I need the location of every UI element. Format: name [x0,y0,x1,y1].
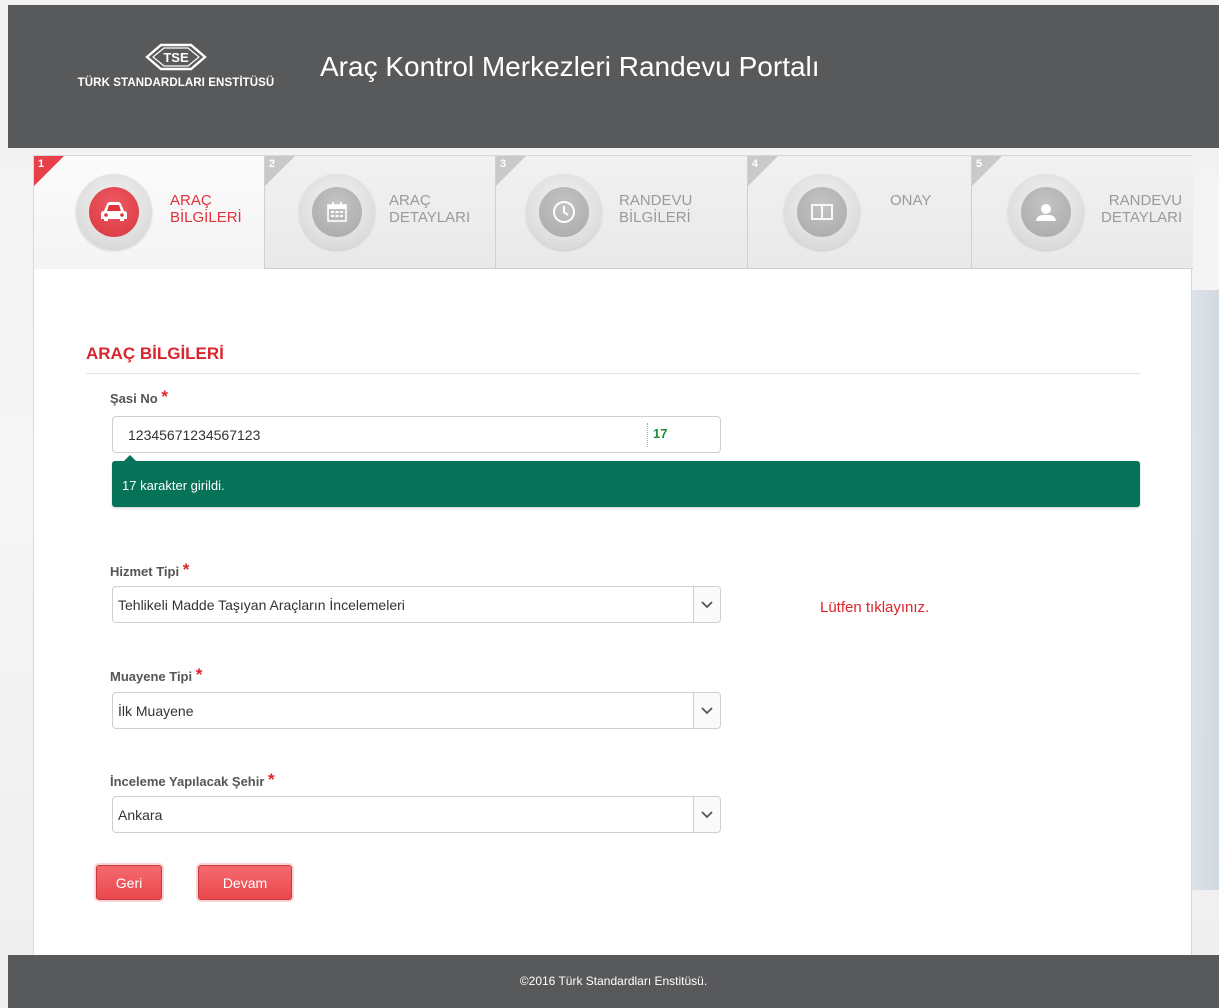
step-label-line2: BİLGİLERİ [170,209,242,226]
step-randevu-bilgileri[interactable]: 3 RANDEVU BİLGİLERİ [496,156,748,269]
chassis-label: Şasi No * [110,387,168,406]
inspection-type-label: Muayene Tipi * [110,665,203,684]
chevron-down-icon[interactable] [693,797,720,832]
step-number: 1 [38,158,45,170]
inspection-type-select[interactable]: İlk Muayene [112,692,721,729]
service-type-select[interactable]: Tehlikeli Madde Taşıyan Araçların İncele… [112,586,721,623]
user-icon [1036,204,1056,221]
chevron-down-icon[interactable] [693,587,720,622]
step-arac-bilgileri[interactable]: 1 ARAÇ BİLGİLERİ [34,156,265,269]
chevron-down-icon[interactable] [693,693,720,728]
form-panel: 1 ARAÇ BİLGİLERİ 2 ARAÇ DETAYLARI 3 RAND… [33,155,1193,955]
calendar-icon [327,202,347,222]
character-counter: 17 [653,426,668,441]
svg-text:TSE: TSE [163,50,189,65]
book-icon [811,204,833,220]
section-divider [86,373,1140,374]
required-marker: * [161,387,168,406]
chassis-input[interactable] [112,416,721,453]
clock-icon [553,201,575,223]
city-value: Ankara [118,807,163,823]
service-type-value: Tehlikeli Madde Taşıyan Araçların İncele… [118,597,405,613]
step-number: 3 [500,158,507,170]
wizard-steps: 1 ARAÇ BİLGİLERİ 2 ARAÇ DETAYLARI 3 RAND… [34,156,1193,269]
step-label-line1: ONAY [890,192,932,209]
step-arac-detaylari[interactable]: 2 ARAÇ DETAYLARI [265,156,496,269]
step-label-line1: ARAÇ [170,192,212,209]
city-select[interactable]: Ankara [112,796,721,833]
copyright-text: ©2016 Türk Standardları Enstitüsü. [519,974,708,988]
character-count-tooltip: 17 karakter girildi. [112,455,1140,507]
step-randevu-detaylari[interactable]: 5 RANDEVU DETAYLARI [972,156,1193,269]
service-type-label: Hizmet Tipi * [110,560,190,579]
site-title: Araç Kontrol Merkezleri Randevu Portalı [320,51,820,82]
inspection-type-value: İlk Muayene [118,703,194,719]
city-label: İnceleme Yapılacak Şehir * [110,770,275,789]
required-marker: * [182,560,190,579]
car-icon [101,202,127,221]
required-marker: * [268,770,275,789]
step-number: 4 [752,158,759,170]
section-title: ARAÇ BİLGİLERİ [86,344,224,363]
step-number: 2 [269,158,276,170]
required-marker: * [195,665,203,684]
logo-text: TÜRK STANDARDLARI ENSTİTÜSÜ [77,77,275,89]
back-button[interactable]: Geri [96,865,162,900]
click-hint: Lütfen tıklayınız. [820,599,930,616]
tse-logo[interactable]: TSE TÜRK STANDARDLARI ENSTİTÜSÜ [60,43,292,113]
step-number: 5 [976,158,983,170]
site-footer: ©2016 Türk Standardları Enstitüsü. [8,955,1219,1008]
site-header: TSE TÜRK STANDARDLARI ENSTİTÜSÜ Araç Kon… [8,5,1219,148]
step-label-line1: RANDEVU [1108,192,1183,209]
step-label-line2: DETAYLARI [389,209,471,226]
step-label-line1: ARAÇ [389,192,431,209]
continue-button[interactable]: Devam [198,865,292,900]
tse-logo-icon: TSE [145,43,207,71]
counter-separator [647,423,648,447]
step-label-line2: BİLGİLERİ [619,209,691,226]
step-label-line1: RANDEVU [619,192,693,209]
step-label-line2: DETAYLARI [1101,209,1183,226]
step-onay[interactable]: 4 ONAY [748,156,972,269]
